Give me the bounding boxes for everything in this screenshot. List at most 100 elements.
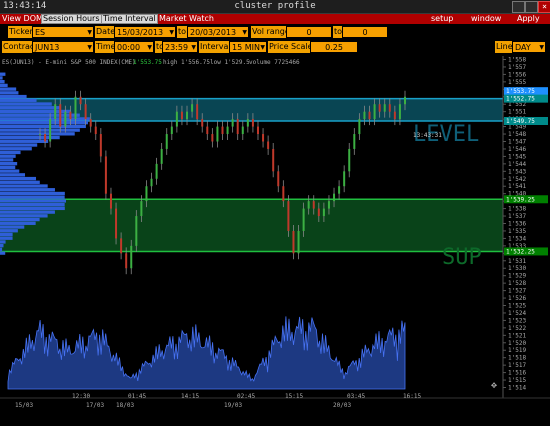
interval-select[interactable]: 15 MIN ▼ <box>229 41 267 53</box>
ticker-select[interactable]: ES ▼ <box>32 26 94 38</box>
time-from-field[interactable]: 00:00 ▼ <box>114 41 154 53</box>
chevron-down-icon: ▼ <box>87 44 92 51</box>
profile-bar <box>0 79 5 84</box>
price-tick-label: 1'547 <box>508 138 526 145</box>
price-tick-label: 1'551 <box>508 109 526 116</box>
profile-bar <box>0 176 37 181</box>
price-tick-label: 1'520 <box>508 340 526 347</box>
price-scale-label: Price Scale <box>268 41 314 53</box>
move-cursor-icon: ✥ <box>491 380 497 391</box>
candle-body <box>383 104 386 112</box>
profile-bar <box>0 173 26 177</box>
price-tick-label: 1'523 <box>508 317 526 324</box>
candle-body <box>241 126 244 135</box>
time-to-field[interactable]: 23:59 ▼ <box>162 41 198 53</box>
date-from-value: 15/03/2013 <box>117 28 164 37</box>
candle-body <box>398 104 401 120</box>
vol-to-field[interactable]: 0 <box>342 26 388 38</box>
menu-time-interval[interactable]: Time Interval <box>101 14 158 24</box>
maximize-icon[interactable] <box>525 1 538 13</box>
profile-bar <box>0 132 75 136</box>
menu-setup[interactable]: setup <box>431 14 453 24</box>
profile-bar <box>0 72 6 76</box>
profile-bar <box>0 120 89 125</box>
last-price-text: 1'553.75 <box>133 59 162 66</box>
candle-body <box>84 104 87 120</box>
profile-bar <box>0 113 80 117</box>
candle-body <box>333 193 336 202</box>
profile-bar <box>0 232 13 237</box>
candle-body <box>322 208 325 217</box>
price-tag-label: 1'532.25 <box>506 248 535 255</box>
profile-bar <box>0 102 52 106</box>
profile-bar <box>0 244 4 248</box>
price-tick-label: 1'530 <box>508 265 526 272</box>
line-select[interactable]: DAY ▼ <box>512 41 546 53</box>
vol-from-field[interactable]: 0 <box>286 26 332 38</box>
close-icon[interactable]: × <box>538 1 550 13</box>
time-tick-label: 19/03 <box>224 402 242 409</box>
candle-body <box>272 148 275 172</box>
time-tick-label: 15:15 <box>285 393 303 400</box>
menu-market-watch[interactable]: Market Watch <box>159 14 214 24</box>
profile-bar <box>0 180 40 184</box>
date-to-field[interactable]: 20/03/2013 ▼ <box>187 26 249 38</box>
price-tag-label: 1'549.75 <box>506 118 535 125</box>
menu-apply[interactable]: Apply <box>517 14 540 24</box>
profile-bar <box>0 106 60 110</box>
menu-session-hours[interactable]: Session Hours <box>41 14 102 24</box>
date-from-field[interactable]: 15/03/2013 ▼ <box>114 26 176 38</box>
candle-body <box>363 111 366 120</box>
time-tick-label: 20/03 <box>333 402 351 409</box>
profile-bar <box>0 199 67 203</box>
profile-bar <box>0 210 55 214</box>
candle-body <box>191 104 194 112</box>
price-tick-label: 1'516 <box>508 370 526 377</box>
time-tick-label: 15/03 <box>15 402 33 409</box>
candle-body <box>277 171 280 187</box>
price-tick-label: 1'542 <box>508 176 526 183</box>
candle-body <box>145 186 148 202</box>
price-tick-label: 1'538 <box>508 206 526 213</box>
candle-body <box>150 178 153 187</box>
profile-bar <box>0 221 36 225</box>
ticker-label: Ticker <box>8 26 34 38</box>
menu-view-dom[interactable]: View DOM <box>2 14 43 24</box>
window-titlebar: 13:43:14 cluster profile × <box>0 0 550 14</box>
candle-body <box>378 104 381 112</box>
contract-select[interactable]: JUN13 ▼ <box>32 41 94 53</box>
profile-bar <box>0 191 65 196</box>
price-scale-field[interactable]: 0.25 <box>310 41 358 53</box>
candle-body <box>175 111 178 127</box>
price-tick-label: 1'529 <box>508 273 526 280</box>
profile-bar <box>0 217 40 222</box>
profile-bar <box>0 240 6 244</box>
vol-range-label: Vol range <box>251 26 291 38</box>
candle-body <box>59 104 62 127</box>
profile-bar <box>0 214 48 218</box>
date-to-label: to <box>177 26 188 38</box>
candle-body <box>221 126 224 135</box>
volume-text: volume 7725466 <box>249 59 300 66</box>
menu-window[interactable]: window <box>471 14 501 24</box>
line-label: Line <box>495 41 514 53</box>
candle-body <box>393 111 396 120</box>
price-tick-label: 1'543 <box>508 168 526 175</box>
line-value: DAY <box>515 43 531 52</box>
profile-bar <box>0 91 19 95</box>
cluster-profile-chart[interactable]: 1'5581'5571'5561'5551'5541'5531'5521'551… <box>0 56 550 424</box>
profile-bar <box>0 161 18 166</box>
candle-body <box>64 111 67 127</box>
price-tick-label: 1'534 <box>508 235 526 242</box>
price-tick-label: 1'545 <box>508 153 526 160</box>
chevron-down-icon: ▼ <box>191 44 196 51</box>
price-tag-label: 1'539.25 <box>506 196 535 203</box>
candle-body <box>404 96 406 105</box>
minimize-icon[interactable] <box>512 1 525 13</box>
contract-value: JUN13 <box>35 43 60 52</box>
candle-body <box>165 134 168 149</box>
chevron-down-icon: ▼ <box>87 29 92 36</box>
candle-body <box>282 186 285 202</box>
price-tag-label: 1'552.75 <box>506 96 535 103</box>
candle-body <box>388 104 391 112</box>
